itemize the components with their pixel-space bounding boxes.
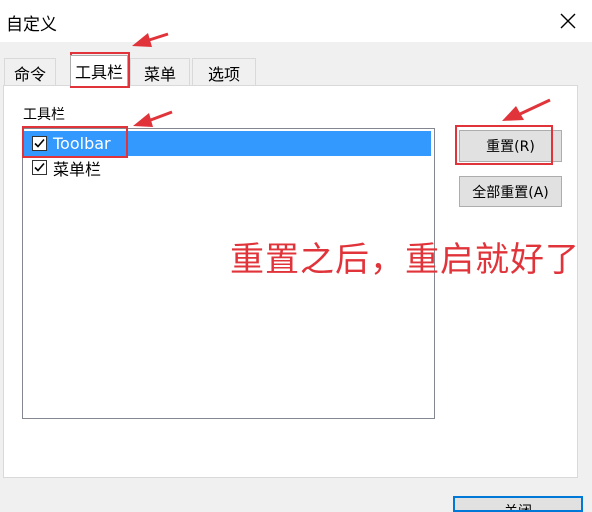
arrow-icon [132, 32, 169, 47]
tab-label: 工具栏 [74, 63, 123, 82]
tab-toolbars[interactable]: 工具栏 [70, 55, 128, 86]
arrow-icon [502, 98, 551, 121]
annotation-text: 重置之后，重启就好了 [230, 240, 580, 280]
arrow-icon [133, 110, 173, 127]
